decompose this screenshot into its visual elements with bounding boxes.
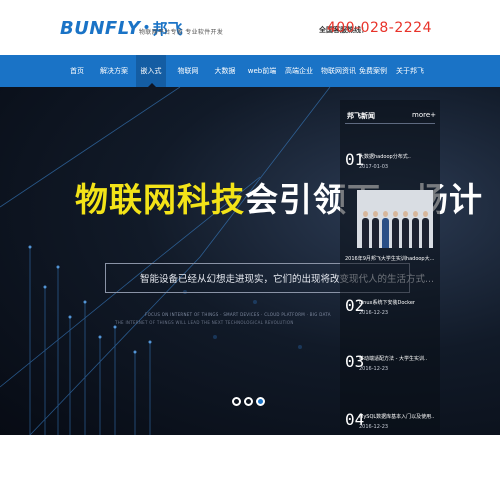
news-more-link[interactable]: more+ <box>412 111 436 119</box>
news-item-title[interactable]: Linux系统下安装Docker <box>359 299 415 306</box>
hero-headline-highlight: 物联网科技 <box>75 180 245 219</box>
nav-item-enterprise[interactable]: 高端企业 <box>284 55 314 87</box>
news-item-date: 2016-12-23 <box>359 424 389 430</box>
news-item-date: 2016-12-23 <box>359 366 389 372</box>
photo-person <box>382 211 389 248</box>
nav-list: 首页 解决方案 嵌入式 物联网 大数据 web前端 高端企业 物联网资讯 免费案… <box>62 55 432 87</box>
photo-person <box>402 211 409 248</box>
photo-person <box>362 211 369 248</box>
news-panel-title: 邦飞新闻 <box>347 112 375 120</box>
nav-item-big-data[interactable]: 大数据 <box>210 55 240 87</box>
photo-person <box>392 211 399 248</box>
hotline-number[interactable]: 400-028-2224 <box>327 20 432 36</box>
nav-item-iot-news[interactable]: 物联网资讯 <box>321 55 356 87</box>
news-item-date: 2016-12-23 <box>359 310 389 316</box>
photo-person <box>372 211 379 248</box>
logo-subtitle: 物联网平台专家 专业软件开发 <box>139 29 224 36</box>
hero-small-caption-2: THE INTERNET OF THINGS WILL LEAD THE NEX… <box>115 320 294 325</box>
nav-item-iot[interactable]: 物联网 <box>173 55 203 87</box>
news-photo[interactable] <box>357 190 433 248</box>
carousel-dot-1[interactable] <box>232 397 241 406</box>
nav-item-solutions[interactable]: 解决方案 <box>99 55 129 87</box>
news-item-date: 2017-01-03 <box>359 164 389 170</box>
site-header: BUNFLY • 邦飞 物联网平台专家 专业软件开发 全国客服热线： 400-0… <box>0 0 500 55</box>
nav-item-home[interactable]: 首页 <box>62 55 92 87</box>
logo-wordmark: BUNFLY <box>60 17 141 39</box>
nav-item-web-frontend[interactable]: web前端 <box>247 55 277 87</box>
nav-item-embedded[interactable]: 嵌入式 <box>136 55 166 87</box>
photo-person <box>412 211 419 248</box>
news-item-title[interactable]: 大数据hadoop分布式.. <box>359 153 411 160</box>
main-nav: 首页 解决方案 嵌入式 物联网 大数据 web前端 高端企业 物联网资讯 免费案… <box>0 55 500 87</box>
news-photo-caption[interactable]: 2016年9月邦飞大学生实训hadoop大... <box>345 255 440 262</box>
nav-item-cases[interactable]: 免费案例 <box>358 55 388 87</box>
carousel-dot-2[interactable] <box>244 397 253 406</box>
news-item-title[interactable]: 移动端适配方法 - 大学生实训.. <box>359 355 427 362</box>
carousel-indicators <box>232 397 268 406</box>
hero-small-caption-1: FOCUS ON INTERNET OF THINGS · SMART DEVI… <box>145 312 331 317</box>
nav-item-about[interactable]: 关于邦飞 <box>395 55 425 87</box>
carousel-dot-3[interactable] <box>256 397 265 406</box>
photo-person <box>422 211 429 248</box>
news-panel-divider <box>345 123 435 124</box>
news-item-title[interactable]: MySQL数据库基本入门以及使用.. <box>359 413 434 420</box>
